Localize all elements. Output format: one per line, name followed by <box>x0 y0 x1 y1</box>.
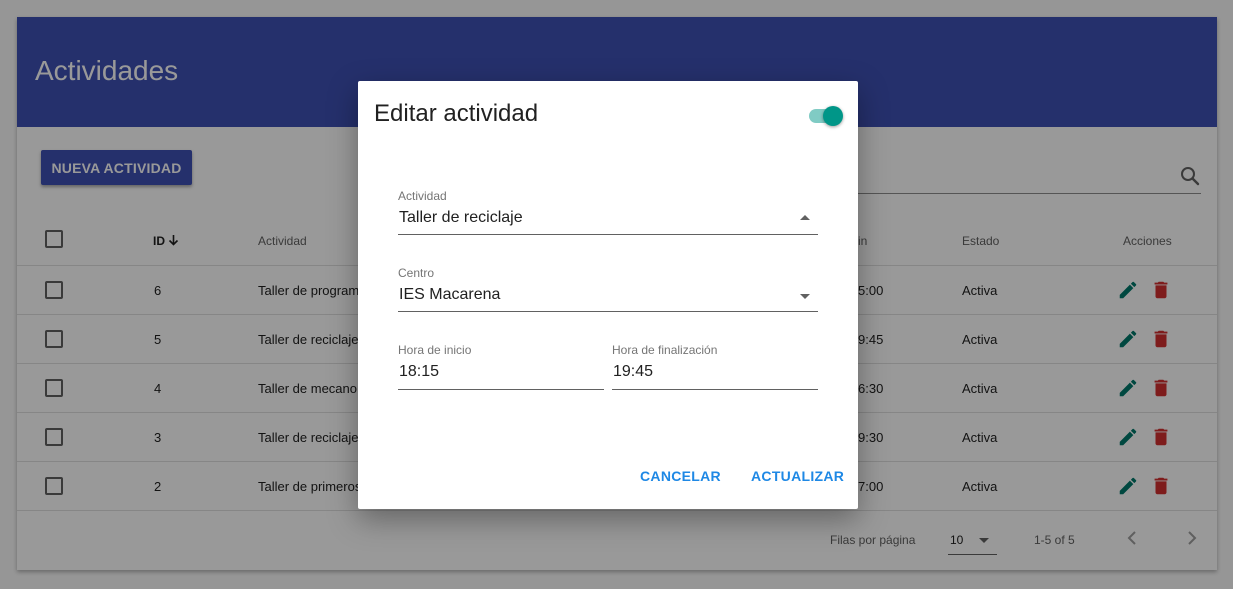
start-time-underline <box>398 389 604 390</box>
start-time-label: Hora de inicio <box>398 343 472 357</box>
toggle-thumb <box>823 106 843 126</box>
start-time-field[interactable]: Hora de inicio 18:15 <box>398 343 604 390</box>
center-underline <box>398 311 818 312</box>
start-time-value: 18:15 <box>399 363 440 380</box>
center-label: Centro <box>398 266 435 280</box>
activity-value: Taller de reciclaje <box>399 209 523 226</box>
end-time-field[interactable]: Hora de finalización 19:45 <box>612 343 818 390</box>
update-button[interactable]: ACTUALIZAR <box>751 468 844 484</box>
center-select[interactable]: Centro IES Macarena <box>398 266 818 312</box>
end-time-value: 19:45 <box>613 363 654 380</box>
chevron-up-icon <box>800 215 810 220</box>
activity-select[interactable]: Actividad Taller de reciclaje <box>398 189 818 235</box>
cancel-button[interactable]: CANCELAR <box>640 468 721 484</box>
end-time-underline <box>612 389 818 390</box>
active-toggle[interactable] <box>809 106 843 126</box>
activity-label: Actividad <box>398 189 447 203</box>
chevron-down-icon <box>800 294 810 299</box>
end-time-label: Hora de finalización <box>612 343 718 357</box>
activity-underline <box>398 234 818 235</box>
dialog-title: Editar actividad <box>374 100 539 127</box>
edit-activity-dialog: Editar actividad Actividad Taller de rec… <box>358 81 858 509</box>
center-value: IES Macarena <box>399 286 501 303</box>
